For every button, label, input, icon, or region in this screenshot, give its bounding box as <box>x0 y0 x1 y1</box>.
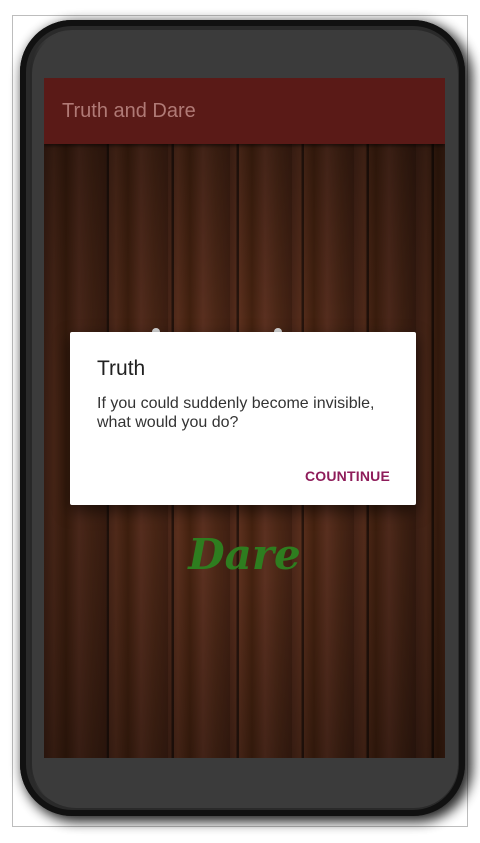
dialog-title: Truth <box>97 357 146 380</box>
truth-dialog: Truth If you could suddenly become invis… <box>70 332 416 505</box>
dialog-message: If you could suddenly become invisible, … <box>97 395 375 431</box>
dare-label[interactable]: Dare <box>44 530 445 579</box>
continue-button[interactable]: COUNTINUE <box>305 468 390 484</box>
app-bar: Truth and Dare <box>44 78 445 144</box>
app-title: Truth and Dare <box>62 100 196 122</box>
